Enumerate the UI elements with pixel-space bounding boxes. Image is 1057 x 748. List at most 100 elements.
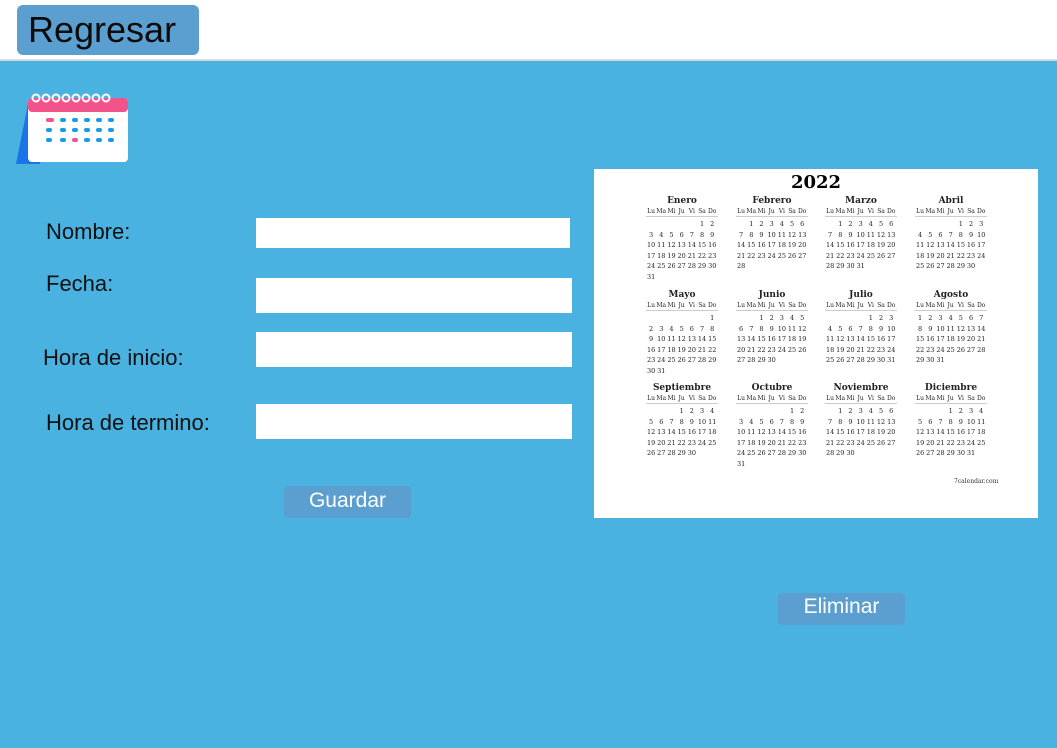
day-cell: 4 bbox=[669, 324, 674, 333]
day-cell: 5 bbox=[878, 407, 884, 415]
day-cell: 1 bbox=[710, 314, 715, 322]
day-cell: 22 bbox=[915, 345, 925, 354]
day-cell: 30 bbox=[926, 356, 935, 365]
day-grid: 1 2 3 4 5 6 7 8 9 10 11 12 13 14 15 16 17 18 19 20 21 22 23 24 2… bbox=[825, 219, 897, 272]
calendar-icon bbox=[16, 92, 130, 173]
day-cell: 8 bbox=[838, 417, 843, 426]
day-cell: 22 bbox=[866, 345, 875, 354]
month-name: Febrero bbox=[752, 196, 792, 206]
day-cell: 27 bbox=[887, 438, 896, 447]
day-cell: 24 bbox=[856, 251, 865, 260]
weekday-label: Mi bbox=[846, 395, 855, 402]
day-cell: 25 bbox=[866, 438, 875, 447]
month-septiembre: Septiembre Lu Ma Mi Ju Vi Sa Do 1 2 3 4 5 6 7 8 9 10 11 12 1… bbox=[646, 383, 718, 459]
day-cell: 7 bbox=[699, 324, 705, 333]
day-cell: 23 bbox=[846, 251, 855, 260]
day-cell: 2 bbox=[958, 407, 963, 415]
day-cell: 20 bbox=[677, 251, 686, 260]
nombre-field[interactable] bbox=[256, 218, 570, 248]
day-cell: 23 bbox=[846, 438, 855, 447]
empty-day bbox=[756, 406, 766, 417]
weekday-label: Do bbox=[887, 302, 896, 309]
day-cell: 20 bbox=[936, 251, 945, 260]
day-cell: 20 bbox=[887, 428, 896, 437]
day-cell: 12 bbox=[667, 241, 676, 250]
empty-day bbox=[825, 313, 835, 324]
day-cell: 17 bbox=[887, 335, 896, 344]
day-cell: 17 bbox=[657, 345, 666, 354]
day-cell: 8 bbox=[679, 417, 684, 426]
day-cell: 28 bbox=[777, 449, 786, 458]
fecha-field[interactable] bbox=[256, 278, 572, 313]
back-button[interactable]: Regresar bbox=[17, 5, 199, 55]
weekday-label: Sa bbox=[698, 208, 706, 215]
day-cell: 26 bbox=[787, 251, 797, 260]
day-cell: 14 bbox=[697, 335, 707, 344]
hora-inicio-field[interactable] bbox=[256, 332, 572, 367]
day-cell: 12 bbox=[836, 335, 845, 344]
day-cell: 13 bbox=[677, 241, 686, 250]
day-grid: 1 2 3 4 5 6 7 8 9 10 11 12 13 14 15 16 17 18 19 20 21 22 23 24 2… bbox=[646, 406, 718, 459]
day-cell: 31 bbox=[887, 356, 896, 365]
day-cell: 18 bbox=[946, 335, 955, 344]
day-cell: 3 bbox=[739, 417, 744, 426]
day-cell: 9 bbox=[759, 230, 764, 239]
day-cell: 13 bbox=[687, 335, 696, 344]
day-cell: 29 bbox=[677, 449, 686, 458]
day-grid: 1 2 3 4 5 6 7 8 9 10 11 12 13 14 15 16 17 18 19 20 21 22 23 24 2… bbox=[736, 219, 808, 272]
day-cell: 5 bbox=[958, 314, 963, 322]
month-enero: Enero Lu Ma Mi Ju Vi Sa Do 1 2 3 4 5 6 7 8 9 10 11 12 13 14 15… bbox=[646, 196, 718, 283]
day-cell: 6 bbox=[689, 324, 694, 333]
day-cell: 1 bbox=[838, 407, 843, 415]
weekday-label: Mi bbox=[936, 302, 945, 309]
weekday-label: Do bbox=[887, 208, 896, 215]
empty-day bbox=[825, 219, 835, 230]
day-cell: 1 bbox=[918, 314, 923, 322]
day-cell: 24 bbox=[856, 438, 865, 447]
day-cell: 1 bbox=[948, 407, 953, 415]
day-cell: 18 bbox=[787, 335, 797, 344]
day-cell: 22 bbox=[757, 345, 766, 354]
empty-day bbox=[935, 219, 945, 230]
day-cell: 30 bbox=[846, 262, 855, 271]
hora-termino-field[interactable] bbox=[256, 404, 572, 439]
day-cell: 30 bbox=[687, 449, 696, 458]
day-cell: 12 bbox=[876, 417, 886, 426]
day-cell: 2 bbox=[848, 220, 853, 228]
day-cell: 4 bbox=[659, 230, 664, 239]
day-cell: 23 bbox=[646, 356, 656, 365]
day-cell: 18 bbox=[657, 251, 666, 260]
day-cell: 30 bbox=[846, 449, 855, 458]
day-cell: 14 bbox=[777, 428, 786, 437]
weekday-label: Mi bbox=[846, 208, 855, 215]
day-cell: 17 bbox=[646, 251, 656, 260]
month-name: Octubre bbox=[751, 383, 793, 393]
empty-day bbox=[835, 313, 845, 324]
weekday-row: Lu Ma Mi Ju Vi Sa Do bbox=[915, 302, 987, 311]
day-cell: 20 bbox=[736, 345, 746, 354]
weekday-label: Do bbox=[708, 302, 717, 309]
day-cell: 13 bbox=[926, 428, 935, 437]
day-cell: 19 bbox=[836, 345, 845, 354]
weekday-label: Do bbox=[708, 395, 717, 402]
day-cell: 16 bbox=[926, 335, 935, 344]
month-diciembre: Diciembre Lu Ma Mi Ju Vi Sa Do 1 2 3 4 5 6 7 8 9 10 11 12 13… bbox=[915, 383, 987, 459]
day-cell: 23 bbox=[956, 438, 965, 447]
delete-button[interactable]: Eliminar bbox=[778, 593, 905, 625]
weekday-row: Lu Ma Mi Ju Vi Sa Do bbox=[825, 208, 897, 217]
day-cell: 15 bbox=[787, 428, 797, 437]
hora-inicio-label: Hora de inicio: bbox=[43, 345, 184, 370]
weekday-label: Sa bbox=[698, 302, 706, 309]
empty-day bbox=[666, 313, 676, 324]
day-cell: 2 bbox=[878, 314, 884, 322]
day-cell: 10 bbox=[966, 417, 976, 426]
weekday-label: Mi bbox=[757, 208, 766, 215]
day-cell: 1 bbox=[868, 314, 873, 322]
day-cell: 4 bbox=[710, 407, 715, 415]
save-button[interactable]: Guardar bbox=[284, 486, 411, 518]
day-cell: 9 bbox=[848, 230, 853, 239]
day-cell: 11 bbox=[866, 230, 875, 239]
weekday-label: Ju bbox=[947, 208, 954, 215]
day-cell: 4 bbox=[868, 407, 873, 415]
day-cell: 16 bbox=[798, 428, 807, 437]
